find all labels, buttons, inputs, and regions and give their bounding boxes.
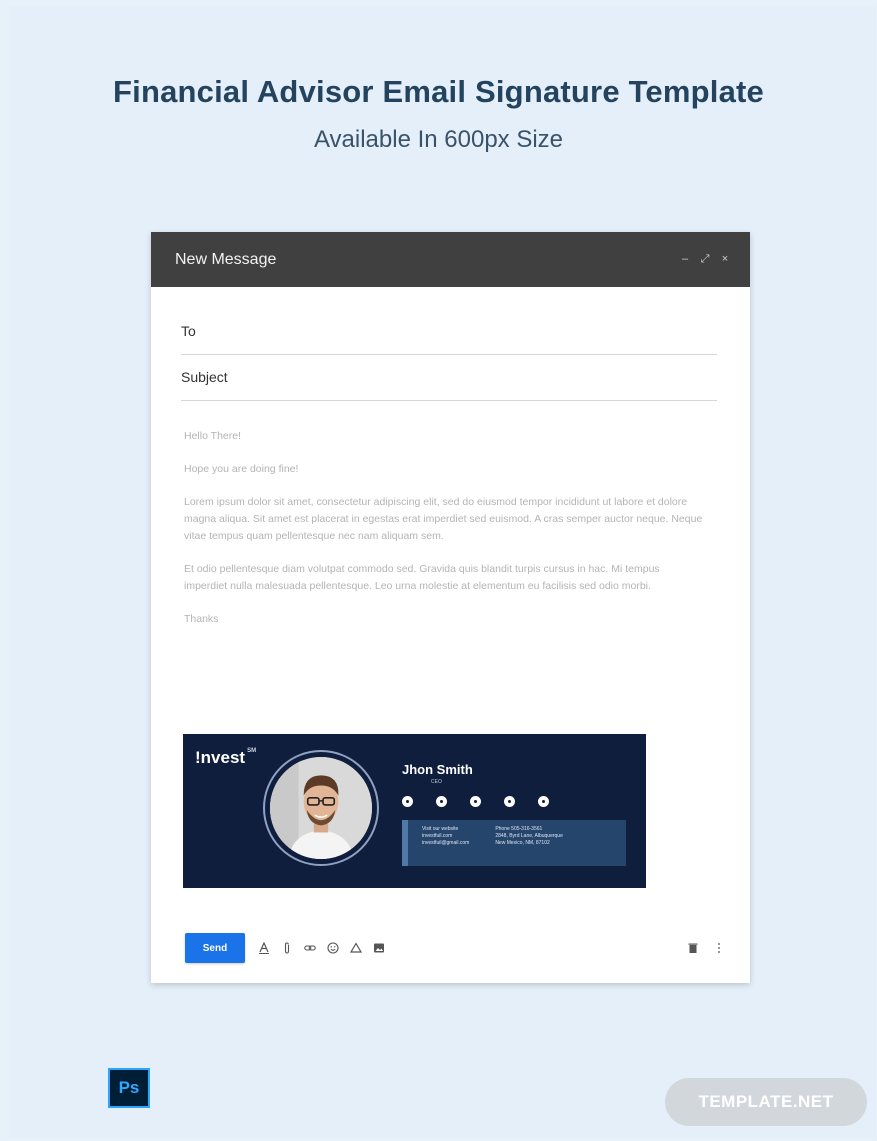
email-link[interactable]: investfuil@gmail.com: [422, 840, 469, 847]
profile-photo-ring: [263, 750, 379, 866]
emoji-icon[interactable]: [327, 942, 339, 954]
format-text-icon[interactable]: [258, 942, 270, 954]
person-portrait-icon: [270, 757, 372, 859]
subject-input[interactable]: [235, 368, 717, 386]
photo-icon[interactable]: [373, 942, 385, 954]
to-input[interactable]: [203, 322, 717, 340]
profile-photo: [270, 757, 372, 859]
address-line-2: New Mexico, NM, 87102: [495, 840, 550, 846]
poster-title: Financial Advisor Email Signature Templa…: [113, 74, 764, 109]
formatting-tools: [258, 942, 385, 954]
window-controls: – ⤢ ×: [680, 253, 730, 266]
attach-icon[interactable]: [281, 942, 293, 954]
subject-label: Subject: [181, 369, 228, 385]
right-tools: [687, 942, 725, 954]
body-line: Hope you are doing fine!: [184, 463, 299, 475]
brand-name: !nvest: [195, 748, 246, 767]
signature-brand: !nvest SM: [195, 748, 256, 768]
contact-address-column: Phone 505-316-3561 2848, Byrd Lane, Albu…: [495, 826, 563, 866]
compose-toolbar: Send: [185, 932, 725, 964]
signature-role: CEO: [431, 779, 442, 785]
twitter-icon[interactable]: [436, 796, 447, 807]
social-links: [402, 796, 549, 807]
google-plus-icon[interactable]: [504, 796, 515, 807]
link-icon[interactable]: [304, 942, 316, 954]
message-body[interactable]: Hello There! Hope you are doing fine! Lo…: [184, 428, 704, 644]
subject-row: Subject: [181, 354, 717, 401]
signature-name: Jhon Smith: [402, 762, 473, 777]
website-label: Visit our website: [422, 826, 459, 832]
body-paragraph-1: Lorem ipsum dolor sit amet, consectetur …: [184, 496, 703, 542]
body-greeting: Hello There!: [184, 430, 242, 442]
phone-text: Phone 505-316-3561: [495, 826, 543, 832]
more-icon[interactable]: [713, 942, 725, 954]
drive-icon[interactable]: [350, 942, 362, 954]
brand-mark: SM: [247, 748, 257, 754]
trash-icon[interactable]: [687, 942, 699, 954]
contact-web-column: Visit our website investfuil.com investf…: [422, 826, 469, 866]
expand-icon[interactable]: ⤢: [700, 253, 710, 266]
photoshop-badge: Ps: [108, 1068, 150, 1108]
pinterest-icon[interactable]: [538, 796, 549, 807]
facebook-icon[interactable]: [402, 796, 413, 807]
close-icon[interactable]: ×: [720, 253, 730, 266]
poster-subtitle: Available In 600px Size: [313, 126, 564, 153]
email-signature: !nvest SM Jhon Smith CEO Visit our websi…: [183, 734, 646, 888]
to-label: To: [181, 323, 196, 339]
template-net-logo: TEMPLATE.NET: [665, 1078, 867, 1126]
linkedin-icon[interactable]: [470, 796, 481, 807]
body-paragraph-2: Et odio pellentesque diam volutpat commo…: [184, 563, 660, 592]
minimize-icon[interactable]: –: [680, 253, 690, 266]
address-line-1: 2848, Byrd Lane, Albuquerque: [495, 833, 563, 839]
send-button[interactable]: Send: [185, 933, 245, 963]
to-row: To: [181, 308, 717, 355]
website-link[interactable]: investfuil.com: [422, 833, 469, 840]
body-closing: Thanks: [184, 613, 219, 625]
contact-info: Visit our website investfuil.com investf…: [402, 820, 626, 866]
compose-header: New Message – ⤢ ×: [151, 232, 750, 287]
compose-window: New Message – ⤢ × To Subject Hello There…: [151, 232, 750, 983]
compose-title: New Message: [175, 250, 277, 268]
